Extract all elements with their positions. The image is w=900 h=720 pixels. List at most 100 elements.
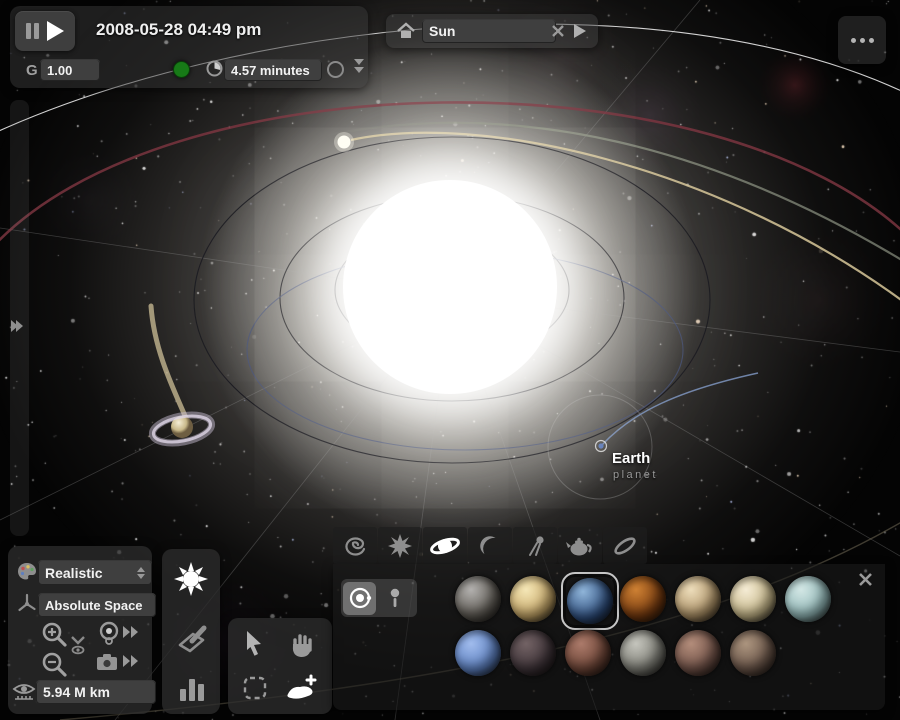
ring-icon (610, 532, 640, 560)
body-type-tabs (333, 527, 647, 564)
galaxy-icon (342, 533, 368, 559)
collapse-panel-button[interactable] (352, 59, 366, 79)
main-menu-button[interactable] (838, 16, 886, 64)
search-input[interactable] (422, 19, 556, 43)
saturn-body[interactable] (150, 306, 214, 447)
tab-moon[interactable] (468, 527, 512, 564)
venus-thumb (510, 576, 556, 622)
pin-placement-icon (382, 585, 408, 611)
picker-item-moon-gray[interactable] (616, 626, 670, 680)
planet-picker-panel (333, 564, 885, 710)
saturn-thumb (730, 576, 776, 622)
zoom-out-button[interactable] (40, 650, 70, 680)
chart-tool[interactable] (178, 675, 206, 703)
mars-thumb (620, 576, 666, 622)
follow-object-button[interactable] (96, 620, 122, 646)
reference-frame-select[interactable]: Absolute Space (38, 593, 156, 617)
tab-ring[interactable] (603, 527, 647, 564)
view-settings-panel: Realistic Absolute Space (8, 546, 152, 714)
teapot-icon (565, 534, 595, 558)
tab-human-object[interactable] (558, 527, 602, 564)
ringed-planet-icon (429, 533, 461, 559)
camera-button[interactable] (96, 653, 120, 671)
axes-icon (16, 592, 38, 614)
picker-item-earth[interactable] (561, 572, 619, 630)
palette-icon (16, 561, 38, 583)
picker-item-uranus[interactable] (781, 572, 835, 626)
moon-dark-thumb (510, 630, 556, 676)
earth-thumb (567, 578, 613, 624)
picker-item-jupiter[interactable] (671, 572, 725, 626)
box-select-tool[interactable] (243, 676, 267, 700)
orbit-placement-button[interactable] (343, 582, 376, 615)
timestep-input[interactable]: 4.57 minutes (224, 59, 322, 81)
select-spinner-icon[interactable] (137, 567, 145, 579)
paint-tool[interactable] (175, 621, 209, 655)
play-button[interactable] (47, 21, 64, 41)
moon-brown-thumb (730, 630, 776, 676)
play-pause-group (15, 11, 75, 51)
tab-star[interactable] (378, 527, 422, 564)
picker-item-moon-red[interactable] (561, 626, 615, 680)
picker-item-saturn[interactable] (726, 572, 780, 626)
go-to-body-button[interactable] (574, 24, 586, 38)
inner-planet-body[interactable] (334, 132, 354, 152)
fast-forward-icon[interactable] (122, 625, 140, 639)
tab-comet[interactable] (513, 527, 557, 564)
fast-forward-icon-2[interactable] (122, 654, 140, 668)
uranus-thumb (785, 576, 831, 622)
loop-toggle-icon[interactable] (327, 61, 344, 78)
tools-panel (162, 549, 220, 714)
picker-item-moon-pink[interactable] (671, 626, 725, 680)
jupiter-thumb (675, 576, 721, 622)
clear-search-icon[interactable] (552, 25, 564, 37)
saturn-trail (151, 306, 186, 418)
tab-galaxy[interactable] (333, 527, 377, 564)
moon-gray-thumb (620, 630, 666, 676)
mercury-thumb (455, 576, 501, 622)
gravity-input[interactable]: 1.00 (40, 59, 100, 81)
moon-red-thumb (565, 630, 611, 676)
search-panel (386, 14, 598, 48)
picker-item-mercury[interactable] (451, 572, 505, 626)
view-distance-input[interactable]: 5.94 M km (36, 680, 156, 704)
view-distance-icon (12, 680, 36, 704)
view-distance-value: 5.94 M km (43, 684, 110, 700)
timestep-clock-icon (206, 60, 223, 77)
add-body-tool[interactable] (284, 672, 318, 704)
ellipsis-menu-icon (851, 38, 856, 43)
close-picker-icon[interactable] (858, 572, 873, 587)
picker-item-venus[interactable] (506, 572, 560, 626)
sun-body[interactable] (343, 180, 557, 394)
moon-pink-thumb (675, 630, 721, 676)
collapsed-sidebar[interactable] (10, 100, 29, 536)
pause-button[interactable] (26, 23, 39, 39)
picker-item-mars[interactable] (616, 572, 670, 626)
earth-trail (602, 373, 758, 445)
zoom-in-button[interactable] (40, 620, 70, 650)
expand-sidebar-icon[interactable] (11, 320, 23, 332)
home-icon[interactable] (396, 22, 416, 40)
picker-item-neptune[interactable] (451, 626, 505, 680)
comet-icon (522, 533, 548, 559)
tab-planet[interactable] (423, 527, 467, 564)
view-mode-value: Realistic (45, 565, 103, 581)
orbit-placement-icon (347, 585, 373, 611)
gravity-label: G (26, 62, 38, 79)
star-icon (387, 533, 413, 559)
moon-icon (477, 533, 503, 559)
pin-placement-button[interactable] (378, 582, 411, 615)
select-cursor-tool[interactable] (242, 630, 266, 658)
placement-mode-group (341, 579, 417, 617)
pan-hand-tool[interactable] (288, 630, 314, 658)
view-mode-select[interactable]: Realistic (38, 560, 152, 585)
star-brightness-tool[interactable] (171, 559, 211, 599)
time-control-panel: 2008-05-28 04:49 pm G 1.00 4.57 minutes (10, 6, 368, 88)
universe-sandbox-app: { "topbar": { "datetime": "2008-05-28 04… (0, 0, 900, 720)
cursor-tools-panel (228, 618, 332, 714)
picker-item-moon-brown[interactable] (726, 626, 780, 680)
picker-item-moon-dark[interactable] (506, 626, 560, 680)
time-slider-handle[interactable] (173, 61, 190, 78)
selected-body-name: Earth (612, 450, 650, 467)
look-at-icon[interactable] (68, 634, 88, 658)
